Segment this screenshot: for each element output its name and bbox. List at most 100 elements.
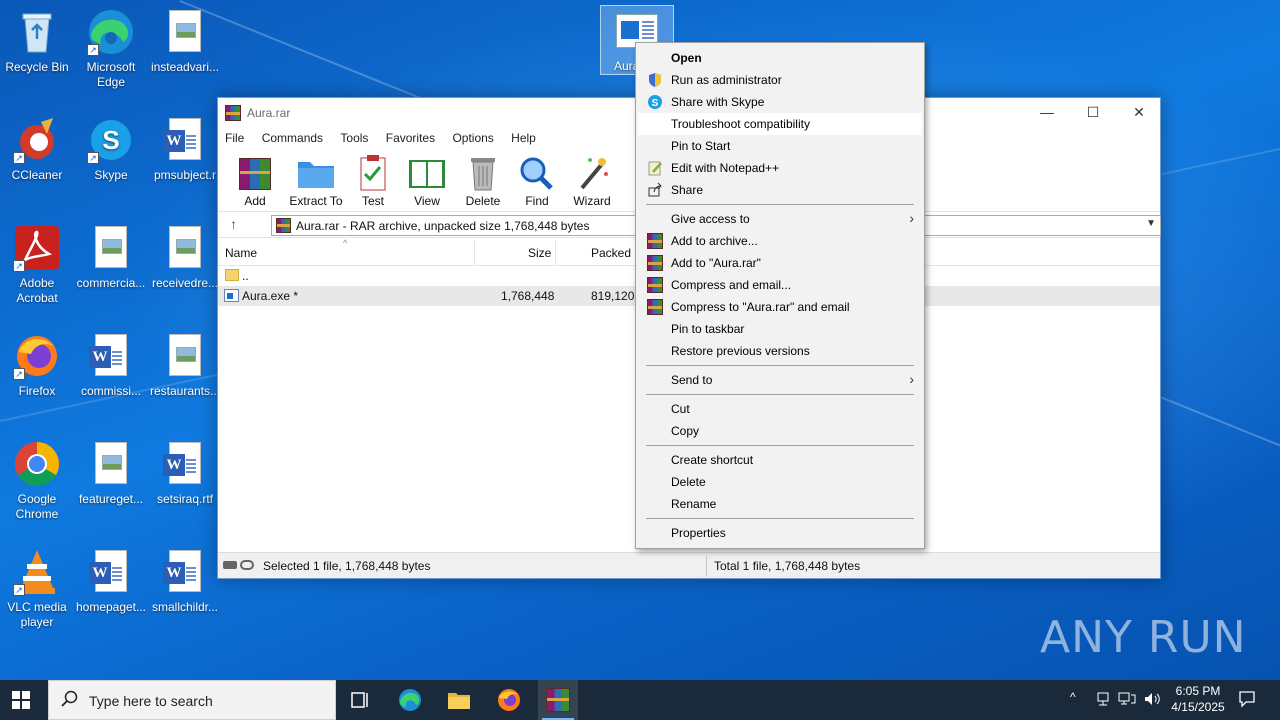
menu-file[interactable]: File bbox=[225, 128, 244, 148]
vlc-icon: ↗ bbox=[13, 548, 61, 596]
column-size[interactable]: Size bbox=[528, 246, 551, 260]
firefox-taskbar-icon[interactable] bbox=[497, 688, 521, 712]
desktop-icon-label: Skype bbox=[94, 168, 128, 182]
menu-item-pin-start[interactable]: Pin to Start bbox=[638, 135, 922, 157]
menu-item-label: Pin to Start bbox=[671, 139, 731, 153]
menu-item-add-to-archive[interactable]: Add to archive... bbox=[638, 230, 922, 252]
menu-item-cut[interactable]: Cut bbox=[638, 398, 922, 420]
desktop-icon-recycle-bin[interactable]: Recycle Bin bbox=[0, 8, 74, 75]
status-selected: Selected 1 file, 1,768,448 bytes bbox=[263, 559, 431, 573]
menu-item-copy[interactable]: Copy bbox=[638, 420, 922, 442]
column-name[interactable]: Name bbox=[225, 246, 257, 260]
menu-separator bbox=[646, 204, 914, 205]
desktop-icon-google-chrome[interactable]: Google Chrome bbox=[0, 440, 74, 522]
desktop-icon-image-file[interactable]: insteadvari... bbox=[148, 8, 222, 75]
menu-item-share-skype[interactable]: S Share with Skype bbox=[638, 91, 922, 113]
edge-taskbar-icon[interactable] bbox=[398, 688, 422, 712]
file-packed: 819,120 bbox=[591, 289, 635, 303]
maximize-button[interactable]: ☐ bbox=[1070, 98, 1116, 128]
menu-item-add-to-aura-rar[interactable]: Add to "Aura.rar" bbox=[638, 252, 922, 274]
menu-item-label: Compress to "Aura.rar" and email bbox=[671, 300, 850, 314]
shortcut-arrow-icon: ↗ bbox=[13, 260, 25, 272]
volume-icon[interactable] bbox=[1143, 690, 1161, 720]
recycle-bin-icon bbox=[13, 8, 61, 56]
winrar-taskbar-button[interactable] bbox=[538, 680, 578, 720]
menu-favorites[interactable]: Favorites bbox=[386, 128, 435, 148]
find-button[interactable]: Find bbox=[516, 154, 558, 208]
winrar-icon bbox=[546, 688, 570, 712]
menu-item-share[interactable]: Share bbox=[638, 179, 922, 201]
status-total: Total 1 file, 1,768,448 bytes bbox=[714, 559, 861, 573]
desktop-icon-label: CCleaner bbox=[11, 168, 63, 182]
menu-item-troubleshoot[interactable]: Troubleshoot compatibility bbox=[638, 113, 922, 135]
menu-options[interactable]: Options bbox=[452, 128, 493, 148]
menu-item-compress-aura-email[interactable]: Compress to "Aura.rar" and email bbox=[638, 296, 922, 318]
desktop-icon-word-file[interactable]: W homepaget... bbox=[74, 548, 148, 615]
menu-item-pin-taskbar[interactable]: Pin to taskbar bbox=[638, 318, 922, 340]
add-archive-icon bbox=[235, 154, 275, 192]
notification-icon[interactable] bbox=[1238, 690, 1256, 720]
column-packed[interactable]: Packed bbox=[591, 246, 631, 260]
menu-commands[interactable]: Commands bbox=[262, 128, 323, 148]
clipboard-check-icon bbox=[353, 154, 393, 192]
file-explorer-icon[interactable] bbox=[447, 688, 471, 712]
winrar-icon bbox=[276, 218, 291, 233]
desktop-icon-image-file[interactable]: restaurants... bbox=[148, 332, 222, 399]
desktop-icon-word-file[interactable]: W smallchildr... bbox=[148, 548, 222, 615]
menu-item-label: Run as administrator bbox=[671, 73, 782, 87]
wizard-button[interactable]: Wizard bbox=[568, 154, 616, 208]
clock[interactable]: 6:05 PM 4/15/2025 bbox=[1166, 680, 1230, 720]
menu-item-create-shortcut[interactable]: Create shortcut bbox=[638, 449, 922, 471]
desktop-icon-word-file[interactable]: W setsiraq.rtf bbox=[148, 440, 222, 507]
menu-tools[interactable]: Tools bbox=[340, 128, 368, 148]
desktop-icon-word-file[interactable]: W commissi... bbox=[74, 332, 148, 399]
network-icon[interactable] bbox=[1118, 691, 1136, 720]
test-button[interactable]: Test bbox=[352, 154, 394, 208]
network-drive-icon[interactable] bbox=[1096, 691, 1110, 720]
taskbar-search-box[interactable]: Type here to search bbox=[48, 680, 336, 720]
menu-item-properties[interactable]: Properties bbox=[638, 522, 922, 544]
menu-help[interactable]: Help bbox=[511, 128, 536, 148]
menu-item-label: Cut bbox=[671, 402, 690, 416]
desktop-icon-label: Microsoft Edge bbox=[86, 60, 136, 89]
windows-start-icon[interactable] bbox=[12, 691, 30, 712]
image-file-icon bbox=[161, 8, 209, 56]
winrar-icon bbox=[647, 255, 663, 271]
sort-arrow-icon: ^ bbox=[343, 238, 348, 248]
menu-item-label: Restore previous versions bbox=[671, 344, 810, 358]
taskbar: Type here to search ^ 6:05 PM 4/15/2025 bbox=[0, 680, 1280, 720]
delete-button[interactable]: Delete bbox=[460, 154, 506, 208]
desktop-icon-vlc[interactable]: ↗ VLC media player bbox=[0, 548, 74, 630]
task-view-icon[interactable] bbox=[348, 688, 372, 712]
menu-item-delete[interactable]: Delete bbox=[638, 471, 922, 493]
image-file-icon bbox=[87, 224, 135, 272]
menu-item-rename[interactable]: Rename bbox=[638, 493, 922, 515]
desktop-icon-adobe-acrobat[interactable]: ↗ Adobe Acrobat bbox=[0, 224, 74, 306]
skype-icon: S bbox=[647, 94, 663, 110]
chevron-up-icon[interactable]: ^ bbox=[1070, 690, 1076, 720]
menu-item-compress-email[interactable]: Compress and email... bbox=[638, 274, 922, 296]
menu-item-run-as-admin[interactable]: Run as administrator bbox=[638, 69, 922, 91]
up-arrow-icon[interactable]: ↑ bbox=[230, 216, 237, 232]
menu-item-restore-versions[interactable]: Restore previous versions bbox=[638, 340, 922, 362]
menu-item-notepadpp[interactable]: Edit with Notepad++ bbox=[638, 157, 922, 179]
menu-item-give-access[interactable]: Give access to › bbox=[638, 208, 922, 230]
close-button[interactable]: ✕ bbox=[1116, 98, 1162, 128]
desktop-icon-microsoft-edge[interactable]: ↗ Microsoft Edge bbox=[74, 8, 148, 90]
desktop-icon-ccleaner[interactable]: ↗ CCleaner bbox=[0, 116, 74, 183]
desktop-icon-skype[interactable]: S ↗ Skype bbox=[74, 116, 148, 183]
menu-item-send-to[interactable]: Send to › bbox=[638, 369, 922, 391]
desktop-icon-image-file[interactable]: commercia... bbox=[74, 224, 148, 291]
firefox-icon: ↗ bbox=[13, 332, 61, 380]
desktop-icon-word-file[interactable]: W pmsubject.r bbox=[148, 116, 222, 183]
menu-item-open[interactable]: Open bbox=[638, 47, 922, 69]
extract-to-button[interactable]: Extract To bbox=[284, 154, 348, 208]
view-button[interactable]: View bbox=[404, 154, 450, 208]
minimize-button[interactable]: — bbox=[1024, 98, 1070, 128]
desktop-icon-image-file[interactable]: receivedre... bbox=[148, 224, 222, 291]
desktop-icon-image-file[interactable]: featureget... bbox=[74, 440, 148, 507]
add-button[interactable]: Add bbox=[232, 154, 278, 208]
svg-text:S: S bbox=[102, 125, 119, 155]
chevron-down-icon[interactable]: ▼ bbox=[1146, 218, 1156, 229]
desktop-icon-firefox[interactable]: ↗ Firefox bbox=[0, 332, 74, 399]
